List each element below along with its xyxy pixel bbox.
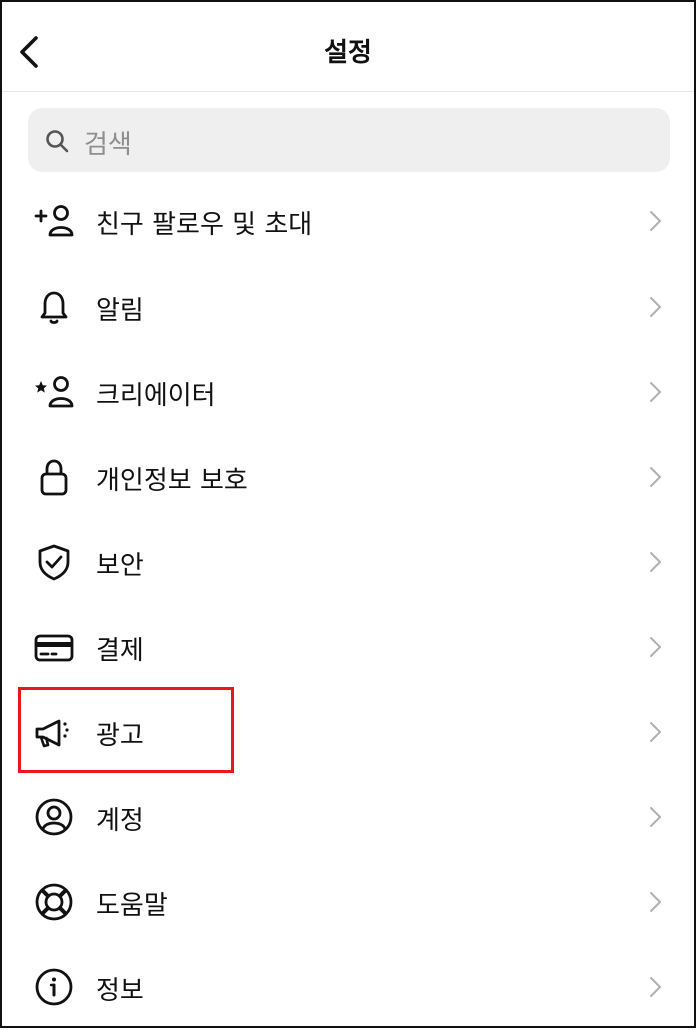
chevron-right-icon	[650, 637, 661, 657]
lock-icon	[40, 459, 68, 496]
search-input[interactable]: 검색	[28, 108, 670, 172]
chevron-right-icon	[650, 211, 661, 231]
chevron-right-icon	[650, 382, 661, 402]
menu-item-security[interactable]: 보안	[2, 520, 694, 605]
add-person-icon	[34, 205, 74, 237]
menu-item-notifications[interactable]: 알림	[2, 265, 694, 350]
bell-icon	[40, 291, 68, 324]
chevron-right-icon	[650, 552, 661, 572]
menu-item-label: 정보	[96, 976, 144, 1006]
menu-item-label: 도움말	[96, 891, 168, 921]
menu-item-label: 계정	[96, 806, 144, 836]
menu-item-help[interactable]: 도움말	[2, 860, 694, 945]
credit-card-icon	[34, 634, 74, 662]
menu-item-label: 보안	[96, 551, 144, 581]
settings-screen: 설정 검색 친구 팔로우 및 초대 알림 크리에이터 개인정보 보호 보안 결제…	[0, 0, 696, 1028]
shield-check-icon	[38, 544, 70, 581]
account-circle-icon	[35, 798, 73, 836]
chevron-right-icon	[650, 297, 661, 317]
menu-item-account[interactable]: 계정	[2, 775, 694, 860]
search-icon	[46, 130, 69, 153]
menu-item-friends[interactable]: 친구 팔로우 및 초대	[2, 179, 694, 264]
menu-item-label: 크리에이터	[96, 381, 216, 411]
menu-item-creator[interactable]: 크리에이터	[2, 350, 694, 435]
menu-item-privacy[interactable]: 개인정보 보호	[2, 435, 694, 520]
highlight-box	[18, 687, 234, 773]
chevron-right-icon	[650, 807, 661, 827]
menu-item-label: 친구 팔로우 및 초대	[96, 210, 313, 240]
search-placeholder: 검색	[84, 130, 132, 160]
menu-item-label: 개인정보 보호	[96, 466, 248, 496]
header: 설정	[2, 2, 694, 92]
menu-item-label: 알림	[96, 296, 144, 326]
menu-item-label: 결제	[96, 636, 144, 666]
chevron-right-icon	[650, 467, 661, 487]
menu-item-payments[interactable]: 결제	[2, 605, 694, 690]
chevron-right-icon	[650, 722, 661, 742]
page-title: 설정	[324, 38, 372, 68]
info-icon	[35, 968, 73, 1006]
star-person-icon	[35, 376, 74, 408]
chevron-right-icon	[650, 977, 661, 997]
chevron-right-icon	[650, 892, 661, 912]
menu-item-about[interactable]: 정보	[2, 945, 694, 1030]
lifebuoy-icon	[35, 883, 73, 921]
